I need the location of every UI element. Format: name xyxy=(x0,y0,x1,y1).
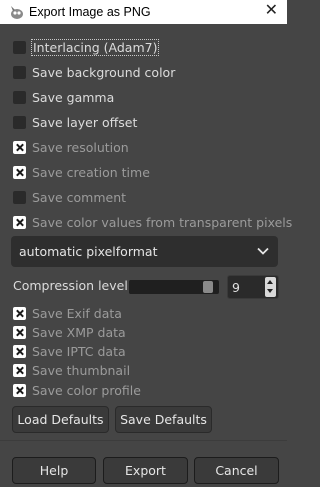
window-title: Export Image as PNG xyxy=(29,5,151,19)
compression-spinbutton[interactable]: 9 xyxy=(227,275,279,299)
title-bar: Export Image as PNG ✕ xyxy=(0,0,287,24)
checkbox[interactable] xyxy=(13,90,26,104)
checkbox-checked[interactable] xyxy=(13,325,26,339)
option-label: Save color values from transparent pixel… xyxy=(32,214,293,230)
option-save-iptc[interactable]: Save IPTC data xyxy=(13,341,126,361)
close-icon[interactable]: ✕ xyxy=(265,2,278,20)
checkbox[interactable] xyxy=(13,40,26,54)
help-button[interactable]: Help xyxy=(12,457,96,484)
option-save-color-profile[interactable]: Save color profile xyxy=(13,380,141,400)
checkbox-checked[interactable] xyxy=(13,344,26,358)
cancel-button[interactable]: Cancel xyxy=(194,457,279,484)
option-label: Save creation time xyxy=(32,164,150,180)
checkbox[interactable] xyxy=(13,115,26,129)
export-button[interactable]: Export xyxy=(103,457,188,484)
option-save-background-color[interactable]: Save background color xyxy=(13,62,175,82)
option-label: Save XMP data xyxy=(32,324,126,340)
option-save-exif[interactable]: Save Exif data xyxy=(13,303,122,323)
load-defaults-button[interactable]: Load Defaults xyxy=(12,406,109,433)
option-label: Save thumbnail xyxy=(32,362,131,378)
option-label: Save color profile xyxy=(32,382,141,398)
chevron-down-icon xyxy=(257,247,269,255)
option-save-gamma[interactable]: Save gamma xyxy=(13,87,114,107)
option-save-layer-offset[interactable]: Save layer offset xyxy=(13,112,137,132)
checkbox[interactable] xyxy=(13,65,26,79)
compression-value[interactable]: 9 xyxy=(232,280,240,295)
option-label: Save layer offset xyxy=(32,114,138,130)
pixelformat-value: automatic pixelformat xyxy=(19,244,158,259)
divider xyxy=(0,440,287,441)
option-save-resolution[interactable]: Save resolution xyxy=(13,137,129,157)
option-save-transparent-color-values[interactable]: Save color values from transparent pixel… xyxy=(13,212,292,232)
checkbox[interactable] xyxy=(13,190,26,204)
save-defaults-button[interactable]: Save Defaults xyxy=(115,406,212,433)
gimp-icon xyxy=(11,6,23,19)
option-label: Save Exif data xyxy=(32,305,122,321)
compression-label: Compression level: xyxy=(13,278,133,293)
option-label: Save IPTC data xyxy=(32,343,126,359)
slider-handle[interactable] xyxy=(203,281,213,293)
option-label: Save gamma xyxy=(32,89,115,105)
slider-fill xyxy=(129,280,203,294)
checkbox-checked[interactable] xyxy=(13,140,26,154)
option-label: Save background color xyxy=(32,64,176,80)
spin-arrows[interactable] xyxy=(265,277,276,297)
checkbox-checked[interactable] xyxy=(13,165,26,179)
checkbox-checked[interactable] xyxy=(13,215,26,229)
spin-down-icon[interactable] xyxy=(267,289,273,293)
option-label: Save comment xyxy=(32,189,127,205)
option-save-creation-time[interactable]: Save creation time xyxy=(13,162,150,182)
option-interlacing[interactable]: Interlacing (Adam7) xyxy=(13,37,160,57)
option-label: Save resolution xyxy=(32,139,129,155)
checkbox-checked[interactable] xyxy=(13,306,26,320)
checkbox-checked[interactable] xyxy=(13,363,26,377)
compression-slider[interactable] xyxy=(129,280,219,294)
spin-up-icon[interactable] xyxy=(267,280,273,284)
option-save-comment[interactable]: Save comment xyxy=(13,187,126,207)
option-label: Interlacing (Adam7) xyxy=(30,38,160,56)
option-save-xmp[interactable]: Save XMP data xyxy=(13,322,126,342)
pixelformat-select[interactable]: automatic pixelformat xyxy=(11,236,278,267)
checkbox-checked[interactable] xyxy=(13,383,26,397)
option-save-thumbnail[interactable]: Save thumbnail xyxy=(13,360,130,380)
